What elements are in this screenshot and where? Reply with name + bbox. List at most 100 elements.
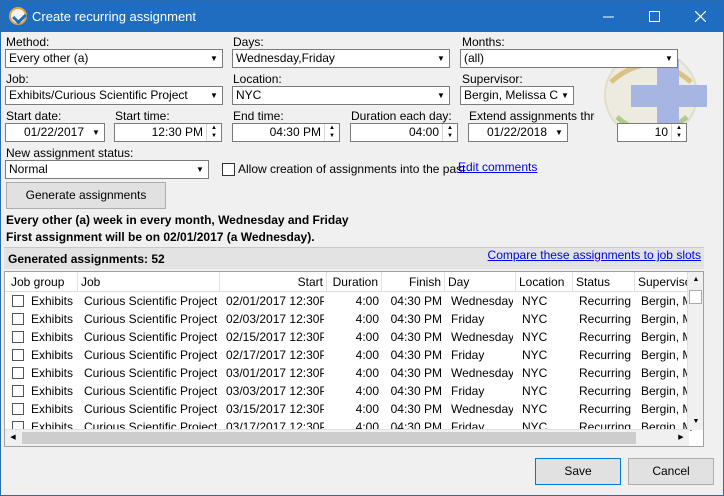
col-header-supervisor[interactable]: Supervisor — [635, 272, 695, 292]
spin-up-icon[interactable]: ▲ — [207, 124, 221, 132]
maximize-button[interactable] — [631, 1, 677, 32]
row-checkbox[interactable] — [12, 349, 24, 361]
start-time-spinner[interactable]: 12:30 PM ▲ ▼ — [114, 123, 222, 142]
cell-day: Friday — [451, 348, 485, 362]
status-combo[interactable]: Normal ▼ — [5, 160, 209, 179]
location-combo[interactable]: NYC ▼ — [232, 86, 450, 105]
scroll-thumb[interactable] — [689, 290, 702, 304]
cell-job-group: Exhibits — [31, 402, 74, 416]
col-header-location[interactable]: Location — [516, 272, 573, 292]
chevron-down-icon: ▼ — [210, 54, 218, 63]
method-combo[interactable]: Every other (a) ▼ — [5, 49, 223, 68]
cell-duration: 4:00 — [355, 312, 379, 326]
job-combo[interactable]: Exhibits/Curious Scientific Project ▼ — [5, 86, 223, 105]
scroll-right-icon[interactable]: ▶ — [673, 430, 689, 446]
supervisor-label: Supervisor: — [462, 72, 523, 86]
extend-label: Extend assignments through — [469, 109, 595, 123]
cell-finish: 04:30 PM — [390, 330, 442, 344]
scroll-down-icon[interactable]: ▼ — [688, 414, 703, 430]
extend-date-picker[interactable]: 01/22/2018 ▼ — [468, 123, 568, 142]
generate-assignments-button[interactable]: Generate assignments — [6, 182, 166, 209]
cell-job-group: Exhibits — [31, 384, 74, 398]
spin-buttons[interactable]: ▲ ▼ — [671, 124, 686, 141]
table-row[interactable]: Exhibits Curious Scientific Project 03/01/… — [5, 364, 692, 382]
edit-comments-link[interactable]: Edit comments — [458, 160, 537, 174]
assignments-grid[interactable]: Job group Job Start Duration Finish Day Locati… — [4, 271, 704, 447]
cell-job-group: Exhibits — [31, 348, 74, 362]
spin-up-icon[interactable]: ▲ — [672, 124, 686, 132]
row-checkbox[interactable] — [12, 367, 24, 379]
allow-past-checkbox[interactable] — [222, 163, 235, 176]
cell-supervisor: Bergin, Me — [641, 312, 692, 326]
table-row[interactable]: Exhibits Curious Scientific Project 03/03/… — [5, 382, 692, 400]
cell-location: NYC — [522, 384, 548, 398]
days-combo[interactable]: Wednesday,Friday ▼ — [232, 49, 450, 68]
col-header-job-group[interactable]: Job group — [5, 272, 78, 292]
cancel-button[interactable]: Cancel — [628, 458, 714, 485]
cell-job: Curious Scientific Project — [84, 402, 217, 416]
chevron-down-icon: ▼ — [665, 54, 673, 63]
duration-spinner[interactable]: 04:00 ▲ ▼ — [350, 123, 458, 142]
months-label: Months: — [462, 35, 505, 49]
cell-supervisor: Bergin, Me — [641, 384, 692, 398]
horizontal-scrollbar[interactable]: ◀ ▶ — [5, 429, 689, 446]
calendar-dropdown-icon[interactable]: ▼ — [551, 124, 567, 141]
spin-buttons[interactable]: ▲ ▼ — [206, 124, 221, 141]
cell-start: 03/01/2017 12:30PM — [226, 366, 324, 380]
minimize-button[interactable] — [585, 1, 631, 32]
close-button[interactable] — [677, 1, 723, 32]
grid-header: Job group Job Start Duration Finish Day Locati… — [5, 272, 695, 292]
extend-count-spinner[interactable]: 10 ▲ ▼ — [617, 123, 687, 142]
spin-down-icon[interactable]: ▼ — [325, 132, 339, 140]
table-row[interactable]: Exhibits Curious Scientific Project 03/15/… — [5, 400, 692, 418]
row-checkbox[interactable] — [12, 295, 24, 307]
cell-start: 02/15/2017 12:30PM — [226, 330, 324, 344]
save-button[interactable]: Save — [535, 458, 621, 485]
cell-duration: 4:00 — [355, 330, 379, 344]
col-header-status[interactable]: Status — [573, 272, 635, 292]
scroll-up-icon[interactable]: ▲ — [688, 272, 703, 288]
cell-day: Wednesday — [451, 294, 513, 308]
col-header-start[interactable]: Start — [220, 272, 327, 292]
table-row[interactable]: Exhibits Curious Scientific Project 02/17/… — [5, 346, 692, 364]
spin-down-icon[interactable]: ▼ — [207, 132, 221, 140]
spin-buttons[interactable]: ▲ ▼ — [442, 124, 457, 141]
row-checkbox[interactable] — [12, 331, 24, 343]
scroll-left-icon[interactable]: ◀ — [5, 430, 21, 446]
months-combo[interactable]: (all) ▼ — [460, 49, 678, 68]
chevron-down-icon: ▼ — [196, 165, 204, 174]
table-row[interactable]: Exhibits Curious Scientific Project 02/01/… — [5, 292, 692, 310]
spin-down-icon[interactable]: ▼ — [672, 132, 686, 140]
cell-job: Curious Scientific Project — [84, 366, 217, 380]
vertical-scrollbar[interactable]: ▲ ▼ — [687, 272, 703, 430]
spin-up-icon[interactable]: ▲ — [325, 124, 339, 132]
hscroll-thumb[interactable] — [22, 432, 636, 444]
table-row[interactable]: Exhibits Curious Scientific Project 02/03/… — [5, 310, 692, 328]
supervisor-combo[interactable]: Bergin, Melissa C ▼ — [460, 86, 574, 105]
start-time-label: Start time: — [115, 109, 170, 123]
row-checkbox[interactable] — [12, 313, 24, 325]
status-value: Normal — [9, 162, 48, 176]
row-checkbox[interactable] — [12, 385, 24, 397]
spin-buttons[interactable]: ▲ ▼ — [324, 124, 339, 141]
extend-date-value: 01/22/2018 — [486, 125, 547, 139]
col-header-duration[interactable]: Duration — [327, 272, 382, 292]
cell-status: Recurring — [579, 294, 632, 308]
spin-down-icon[interactable]: ▼ — [443, 132, 457, 140]
start-date-picker[interactable]: 01/22/2017 ▼ — [5, 123, 105, 142]
table-row[interactable]: Exhibits Curious Scientific Project 02/15/… — [5, 328, 692, 346]
row-checkbox[interactable] — [12, 403, 24, 415]
cell-supervisor: Bergin, Me — [641, 366, 692, 380]
allow-past-label[interactable]: Allow creation of assignments into the p… — [238, 162, 465, 176]
cell-location: NYC — [522, 330, 548, 344]
cell-duration: 4:00 — [355, 294, 379, 308]
compare-job-slots-link[interactable]: Compare these assignments to job slots — [488, 248, 701, 262]
cell-supervisor: Bergin, Me — [641, 402, 692, 416]
calendar-dropdown-icon[interactable]: ▼ — [88, 124, 104, 141]
spin-up-icon[interactable]: ▲ — [443, 124, 457, 132]
col-header-finish[interactable]: Finish — [382, 272, 445, 292]
col-header-job[interactable]: Job — [78, 272, 220, 292]
col-header-day[interactable]: Day — [445, 272, 516, 292]
cell-start: 03/15/2017 12:30PM — [226, 402, 324, 416]
end-time-spinner[interactable]: 04:30 PM ▲ ▼ — [232, 123, 340, 142]
